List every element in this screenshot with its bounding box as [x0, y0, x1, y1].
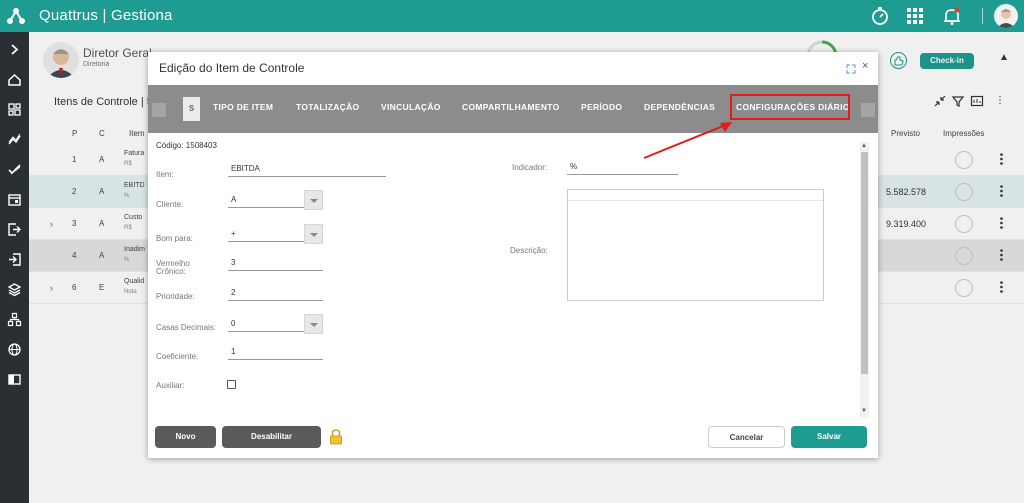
auxiliar-label: Auxiliar:	[156, 381, 185, 390]
scroll-up-icon[interactable]: ▲	[861, 143, 867, 149]
item-code: Código: 1508403	[156, 141, 217, 150]
textarea-toolbar-divider	[568, 200, 823, 201]
tab-periodo[interactable]: PERÍODO	[581, 102, 622, 112]
trend-icon[interactable]	[7, 132, 22, 147]
cancelar-button[interactable]: Cancelar	[708, 426, 785, 448]
casas-decimais-label: Casas Decimais:	[156, 323, 217, 332]
prioridade-label: Prioridade:	[156, 292, 195, 301]
indicador-label: Indicador:	[512, 163, 548, 172]
annotation-arrow	[643, 122, 732, 159]
cliente-label: Cliente:	[156, 200, 184, 209]
scrollbar-thumb[interactable]	[861, 152, 868, 374]
cronico-label: Crônico:	[156, 267, 186, 276]
indicador-input[interactable]: %	[567, 161, 678, 175]
cliente-select[interactable]: A	[228, 194, 304, 208]
tab-active[interactable]: S	[183, 97, 200, 121]
coeficiente-label: Coeficiente:	[156, 352, 199, 361]
modal-title: Edição do Item de Controle	[159, 61, 305, 75]
vermelho-cronico-input[interactable]: 3	[228, 257, 323, 271]
login-icon[interactable]	[7, 252, 22, 267]
desabilitar-button[interactable]: Desabilitar	[222, 426, 321, 448]
modal-body: Código: 1508403 Item: EBITDA Cliente: A …	[148, 133, 878, 418]
check-icon[interactable]	[7, 162, 22, 177]
globe-icon[interactable]	[7, 342, 22, 357]
casas-decimais-dropdown-button[interactable]	[304, 314, 323, 334]
tabs-scroll-left-button[interactable]	[152, 103, 166, 117]
novo-button[interactable]: Novo	[155, 426, 216, 448]
scroll-down-icon[interactable]: ▼	[861, 408, 867, 414]
modal-scrollbar[interactable]: ▲ ▼	[860, 142, 869, 418]
bell-icon[interactable]	[942, 6, 962, 26]
coeficiente-input[interactable]: 1	[228, 346, 323, 360]
tab-bar: S TIPO DE ITEM TOTALIZAÇÃO VINCULAÇÃO CO…	[148, 85, 878, 133]
dashboard-icon[interactable]	[7, 102, 22, 117]
cliente-dropdown-button[interactable]	[304, 190, 323, 210]
top-bar: Quattrus | Gestiona	[0, 0, 1024, 32]
chevron-right-icon[interactable]	[7, 42, 22, 57]
auxiliar-checkbox[interactable]	[227, 380, 236, 389]
salvar-button[interactable]: Salvar	[791, 426, 867, 448]
book-icon[interactable]	[7, 372, 22, 387]
item-label: Item:	[156, 170, 174, 179]
user-avatar[interactable]	[994, 4, 1018, 28]
tab-compartilhamento[interactable]: COMPARTILHAMENTO	[462, 102, 560, 112]
org-chart-icon[interactable]	[7, 312, 22, 327]
quattrus-logo-icon[interactable]	[6, 7, 26, 25]
edit-item-modal: Edição do Item de Controle × S TIPO DE I…	[148, 52, 878, 458]
modal-footer: Novo Desabilitar Cancelar Salvar	[148, 418, 878, 458]
item-input[interactable]: EBITDA	[228, 163, 386, 177]
close-icon[interactable]: ×	[862, 60, 868, 72]
annotation-highlight-box	[730, 94, 850, 120]
tab-tipo-de-item[interactable]: TIPO DE ITEM	[213, 102, 273, 112]
casas-decimais-select[interactable]: 0	[228, 318, 304, 332]
tab-dependencias[interactable]: DEPENDÊNCIAS	[644, 102, 715, 112]
lock-icon[interactable]	[329, 429, 343, 445]
calendar-icon[interactable]	[7, 192, 22, 207]
stopwatch-icon[interactable]	[870, 6, 890, 26]
bom-para-dropdown-button[interactable]	[304, 224, 323, 244]
topbar-separator	[982, 8, 983, 24]
sidebar	[0, 32, 29, 503]
home-icon[interactable]	[7, 72, 22, 87]
prioridade-input[interactable]: 2	[228, 287, 323, 301]
descricao-textarea[interactable]	[567, 189, 824, 301]
bom-para-select[interactable]: +	[228, 228, 304, 242]
descricao-label: Descrição:	[510, 246, 548, 255]
app-title: Quattrus | Gestiona	[39, 7, 173, 24]
tabs-scroll-right-button[interactable]	[861, 103, 875, 117]
bom-para-label: Bom para:	[156, 234, 193, 243]
export-icon[interactable]	[7, 222, 22, 237]
tab-totalizacao[interactable]: TOTALIZAÇÃO	[296, 102, 359, 112]
tab-vinculacao[interactable]: VINCULAÇÃO	[381, 102, 441, 112]
apps-grid-icon[interactable]	[905, 6, 925, 26]
layers-icon[interactable]	[7, 282, 22, 297]
maximize-icon[interactable]	[846, 64, 856, 74]
